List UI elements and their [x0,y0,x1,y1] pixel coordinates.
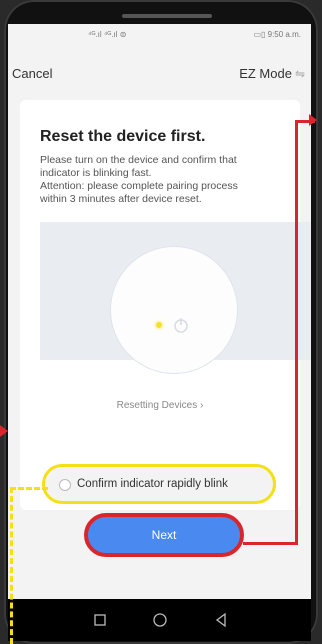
top-bar: Cancel EZ Mode ⇋ [8,56,311,86]
ez-mode-button[interactable]: EZ Mode ⇋ [239,66,305,81]
blinking-indicator-light [156,322,162,328]
speaker-grille [122,14,212,18]
circle-home-icon[interactable] [150,610,170,630]
cancel-button[interactable]: Cancel [12,66,52,81]
red-arrow-icon [309,114,317,126]
instruction-line: Please turn on the device and confirm th… [40,154,237,166]
app-screen: ⁴ᴳ.ıl ⁴ᴳ.ıl ⊜ ▭▯ 9:50 a.m. Cancel EZ Mod… [8,24,311,599]
device-circle [110,246,238,374]
red-annotation-line [243,542,298,545]
yellow-dashed-line [10,487,13,644]
yellow-dashed-line [10,487,48,490]
page-title: Reset the device first. [40,128,206,145]
red-annotation-line [295,120,298,545]
radio-circle-icon [59,479,71,491]
instructions-text: Please turn on the device and confirm th… [40,154,290,206]
ez-mode-label: EZ Mode [239,66,292,81]
status-bar: ⁴ᴳ.ıl ⁴ᴳ.ıl ⊜ ▭▯ 9:50 a.m. [8,24,311,46]
confirm-indicator-checkbox[interactable]: Confirm indicator rapidly blink [42,464,276,504]
next-button[interactable]: Next [84,513,244,557]
resetting-devices-link[interactable]: Resetting Devices › [20,400,300,411]
device-illustration [40,222,311,374]
power-icon [174,318,188,333]
instruction-line: indicator is blinking fast. [40,167,152,179]
triangle-back-icon[interactable] [211,610,231,630]
android-nav-bar [8,599,311,641]
signal-indicators: ⁴ᴳ.ıl ⁴ᴳ.ıl ⊜ [88,30,127,39]
swap-arrows-icon: ⇋ [294,67,305,81]
reset-instructions-card: Reset the device first. Please turn on t… [20,100,311,510]
confirm-label: Confirm indicator rapidly blink [77,478,228,490]
battery-time: ▭▯ 9:50 a.m. [253,30,301,39]
instruction-line: within 3 minutes after device reset. [40,193,202,205]
instruction-line: Attention: please complete pairing proce… [40,180,238,192]
red-arrow-icon [0,425,8,437]
square-recent-icon[interactable] [90,610,110,630]
